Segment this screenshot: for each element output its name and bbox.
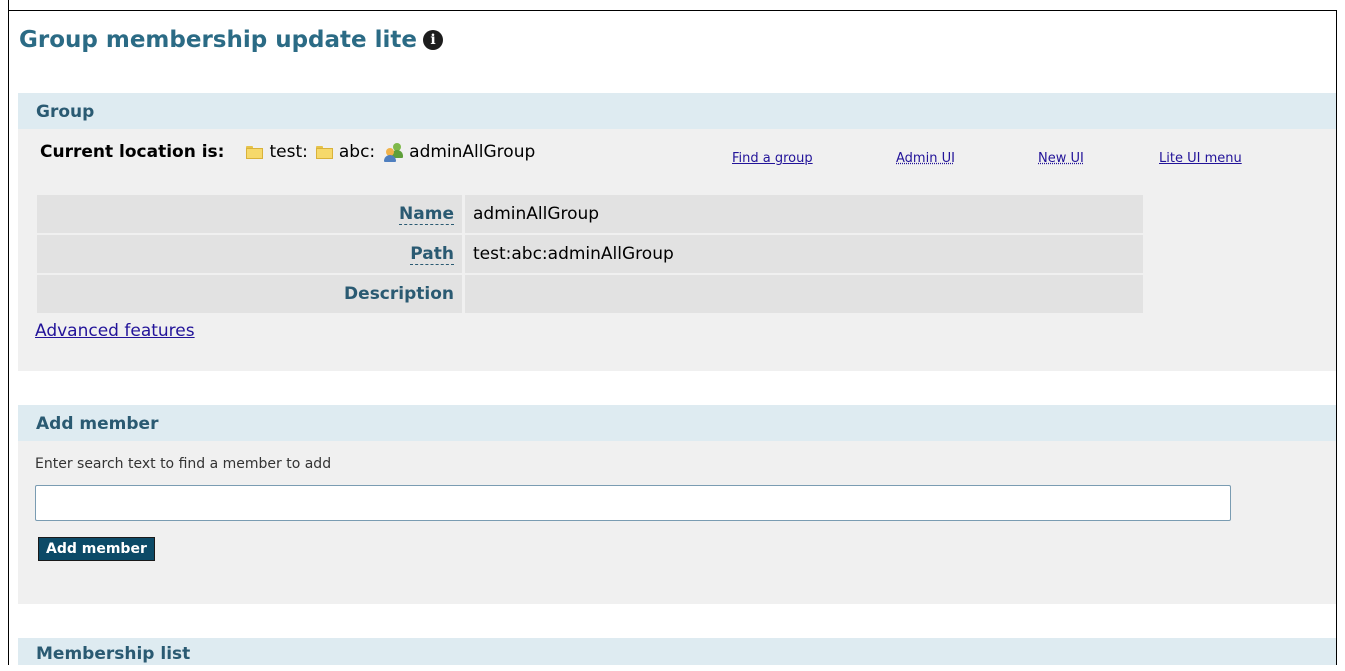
group-icon	[383, 142, 405, 162]
current-location: Current location is: test: abc: adminAll…	[40, 142, 535, 162]
description-value	[462, 275, 1143, 313]
group-properties-table: Name adminAllGroup Path test:abc:adminAl…	[37, 193, 1143, 315]
page-title-row: Group membership update lite i	[19, 27, 444, 53]
member-search-input[interactable]	[35, 485, 1231, 521]
path-label: Path	[410, 244, 454, 265]
frame-border-right	[1336, 10, 1337, 665]
add-member-section-header: Add member	[18, 405, 1336, 441]
breadcrumb-abc[interactable]: abc:	[339, 142, 375, 162]
frame-border-left	[8, 0, 9, 665]
name-value: adminAllGroup	[462, 195, 1143, 233]
admin-ui-link[interactable]: Admin UI	[896, 151, 955, 166]
add-member-hint: Enter search text to find a member to ad…	[35, 456, 332, 472]
folder-icon	[246, 145, 264, 159]
group-section-header: Group	[18, 93, 1336, 129]
folder-icon	[315, 145, 333, 159]
membership-list-section: Membership list	[18, 638, 1336, 665]
new-ui-link[interactable]: New UI	[1038, 151, 1084, 166]
table-row: Path test:abc:adminAllGroup	[37, 235, 1143, 273]
info-icon[interactable]: i	[423, 30, 444, 50]
description-label: Description	[344, 284, 454, 304]
frame-border-top	[8, 10, 1337, 11]
membership-list-header: Membership list	[18, 638, 1336, 665]
breadcrumb-group: adminAllGroup	[409, 142, 536, 162]
add-member-button[interactable]: Add member	[38, 537, 155, 561]
find-group-link[interactable]: Find a group	[732, 151, 813, 166]
path-value: test:abc:adminAllGroup	[462, 235, 1143, 273]
name-label: Name	[399, 204, 454, 225]
table-row: Description	[37, 275, 1143, 313]
add-member-section: Add member Enter search text to find a m…	[18, 405, 1336, 604]
group-section: Group Current location is: test: abc: ad…	[18, 93, 1336, 371]
page-title: Group membership update lite	[19, 27, 418, 53]
advanced-features-link[interactable]: Advanced features	[35, 321, 195, 341]
current-location-label: Current location is:	[40, 142, 225, 162]
lite-ui-menu-link[interactable]: Lite UI menu	[1159, 151, 1242, 166]
table-row: Name adminAllGroup	[37, 195, 1143, 233]
breadcrumb-test[interactable]: test:	[269, 142, 307, 162]
